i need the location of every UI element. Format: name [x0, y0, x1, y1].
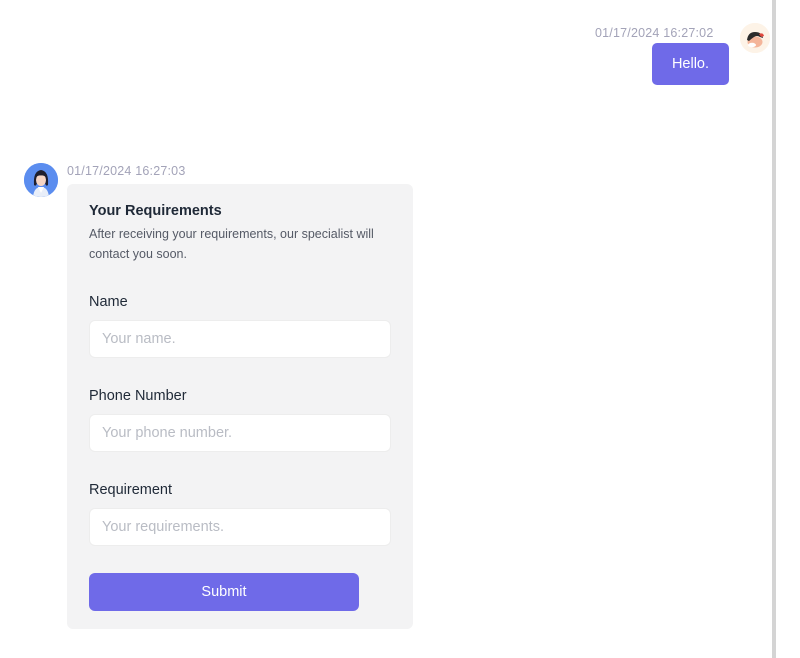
requirements-form-card: Your Requirements After receiving your r… [67, 184, 413, 629]
phone-number-input[interactable] [89, 414, 391, 452]
form-description: After receiving your requirements, our s… [89, 227, 374, 261]
bot-message-timestamp: 01/17/2024 16:27:03 [67, 164, 186, 178]
user-avatar-icon [740, 23, 770, 53]
scrollbar[interactable] [772, 0, 776, 658]
submit-button[interactable]: Submit [89, 573, 359, 611]
requirement-field-label: Requirement [89, 482, 173, 498]
user-message-bubble: Hello. [652, 43, 729, 85]
name-input[interactable] [89, 320, 391, 358]
agent-avatar-icon [24, 163, 58, 197]
phone-field-label: Phone Number [89, 388, 187, 404]
name-field-label: Name [89, 294, 128, 310]
chat-window: 01/17/2024 16:27:02 Hello. 01/17/2024 16… [0, 0, 800, 658]
requirement-input[interactable] [89, 508, 391, 546]
form-title: Your Requirements [89, 203, 222, 219]
user-message-timestamp: 01/17/2024 16:27:02 [595, 26, 714, 40]
